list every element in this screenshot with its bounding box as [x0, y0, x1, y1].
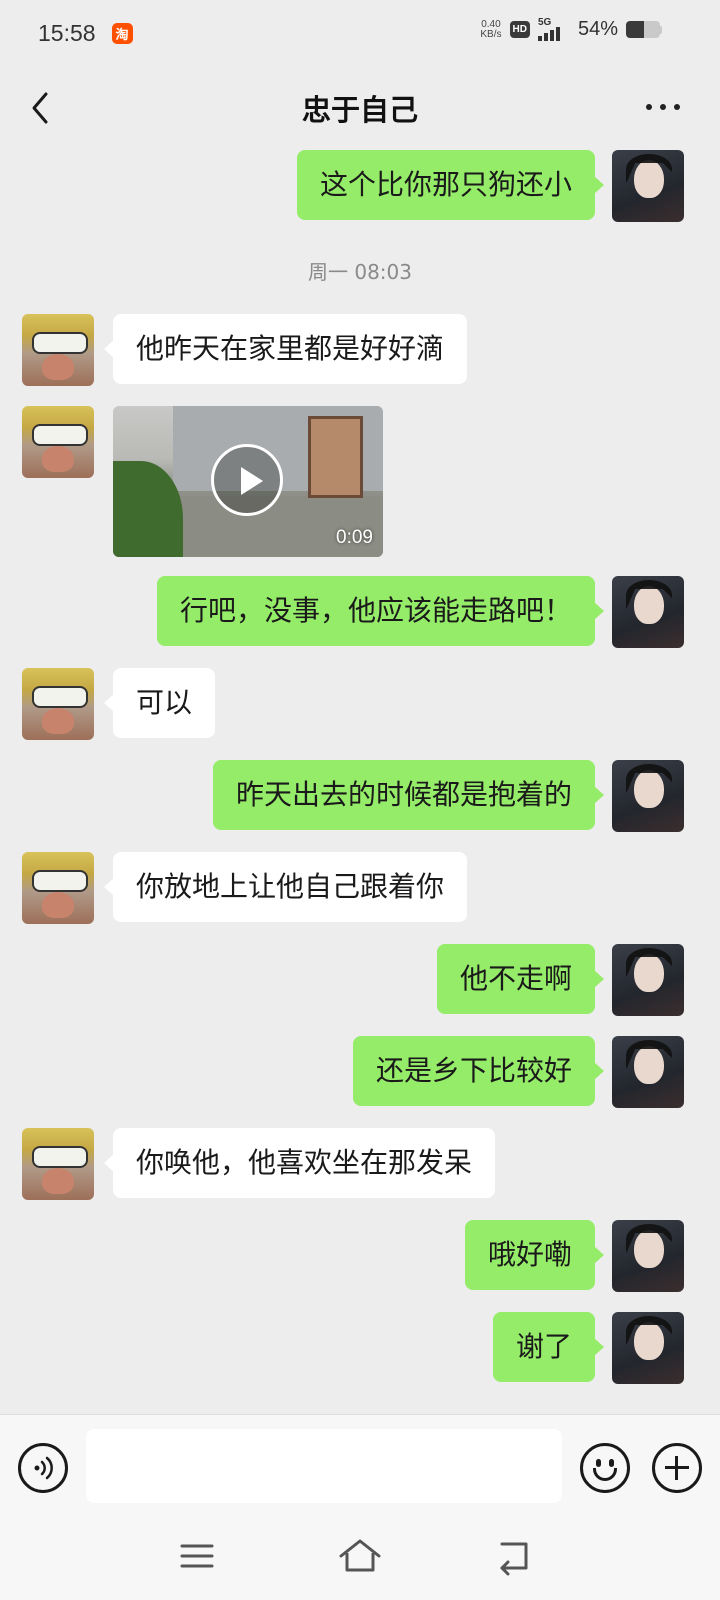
- message-input[interactable]: [86, 1429, 562, 1503]
- battery-icon: [626, 21, 660, 38]
- status-indicators: 0.40 KB/s HD 5G 54%: [480, 16, 662, 41]
- message-bubble-other[interactable]: 可以: [103, 668, 216, 738]
- network-speed-unit: KB/s: [480, 28, 502, 40]
- message-bubble-self[interactable]: 还是乡下比较好: [352, 1036, 605, 1106]
- home-button[interactable]: [335, 1536, 385, 1576]
- video-message[interactable]: 0:09: [113, 406, 383, 557]
- network-type: 5G: [537, 16, 552, 28]
- self-avatar[interactable]: [612, 150, 684, 222]
- system-back-button[interactable]: [492, 1536, 542, 1576]
- contact-avatar[interactable]: [22, 406, 94, 478]
- contact-avatar[interactable]: [22, 1128, 94, 1200]
- message-bubble-self[interactable]: 谢了: [492, 1312, 605, 1382]
- back-button[interactable]: [24, 88, 64, 128]
- self-avatar[interactable]: [612, 760, 684, 832]
- status-bar: 15:58 淘 0.40 KB/s HD 5G 54%: [0, 0, 720, 66]
- self-avatar[interactable]: [612, 944, 684, 1016]
- message-bubble-self[interactable]: 昨天出去的时候都是抱着的: [212, 760, 605, 830]
- emoji-button[interactable]: [580, 1443, 630, 1493]
- voice-button[interactable]: [18, 1443, 68, 1493]
- signal-icon: 5G: [537, 16, 566, 41]
- self-avatar[interactable]: [612, 576, 684, 648]
- more-dots-icon: [646, 104, 652, 110]
- chat-input-bar: [0, 1414, 720, 1520]
- battery-percent: 54%: [577, 18, 618, 40]
- message-bubble-other[interactable]: 你唤他，他喜欢坐在那发呆: [103, 1128, 496, 1198]
- self-avatar[interactable]: [612, 1312, 684, 1384]
- message-timestamp: 周一 08:03: [308, 260, 412, 284]
- network-speed: 0.40 KB/s: [480, 18, 502, 40]
- contact-avatar[interactable]: [22, 314, 94, 386]
- message-bubble-self[interactable]: 这个比你那只狗还小: [296, 150, 605, 220]
- message-bubble-other[interactable]: 你放地上让他自己跟着你: [103, 852, 468, 922]
- system-nav-bar: [0, 1520, 720, 1600]
- home-icon: [339, 1539, 381, 1572]
- self-avatar[interactable]: [612, 1220, 684, 1292]
- video-duration: 0:09: [336, 527, 373, 548]
- contact-avatar[interactable]: [22, 668, 94, 740]
- chat-title[interactable]: 忠于自己: [302, 87, 418, 129]
- chevron-left-icon: [32, 92, 48, 124]
- menu-icon: [180, 1544, 214, 1568]
- battery-fill: [626, 21, 645, 38]
- message-bubble-self[interactable]: 他不走啊: [436, 944, 605, 1014]
- network-speed-value: 0.40: [481, 18, 501, 30]
- menu-button[interactable]: [172, 1536, 222, 1576]
- status-time: 15:58: [38, 19, 96, 46]
- taobao-notification-icon: 淘: [111, 22, 133, 44]
- message-bubble-self[interactable]: 哦好嘞: [464, 1220, 605, 1290]
- play-icon[interactable]: [211, 444, 283, 516]
- chat-header: 忠于自己: [0, 66, 720, 150]
- message-bubble-other[interactable]: 他昨天在家里都是好好滴: [103, 314, 468, 384]
- emoji-icon: [596, 1459, 601, 1467]
- hd-icon: HD: [509, 21, 530, 38]
- message-bubble-self[interactable]: 行吧，没事，他应该能走路吧！: [156, 576, 605, 646]
- contact-avatar[interactable]: [22, 852, 94, 924]
- voice-icon: [34, 1456, 53, 1480]
- self-avatar[interactable]: [612, 1036, 684, 1108]
- more-button[interactable]: [646, 92, 680, 122]
- back-icon: [500, 1542, 528, 1576]
- plus-button[interactable]: [652, 1443, 702, 1493]
- message-list[interactable]: 这个比你那只狗还小 周一 08:03 他昨天在家里都是好好滴 0:09 行吧，没…: [0, 150, 720, 1414]
